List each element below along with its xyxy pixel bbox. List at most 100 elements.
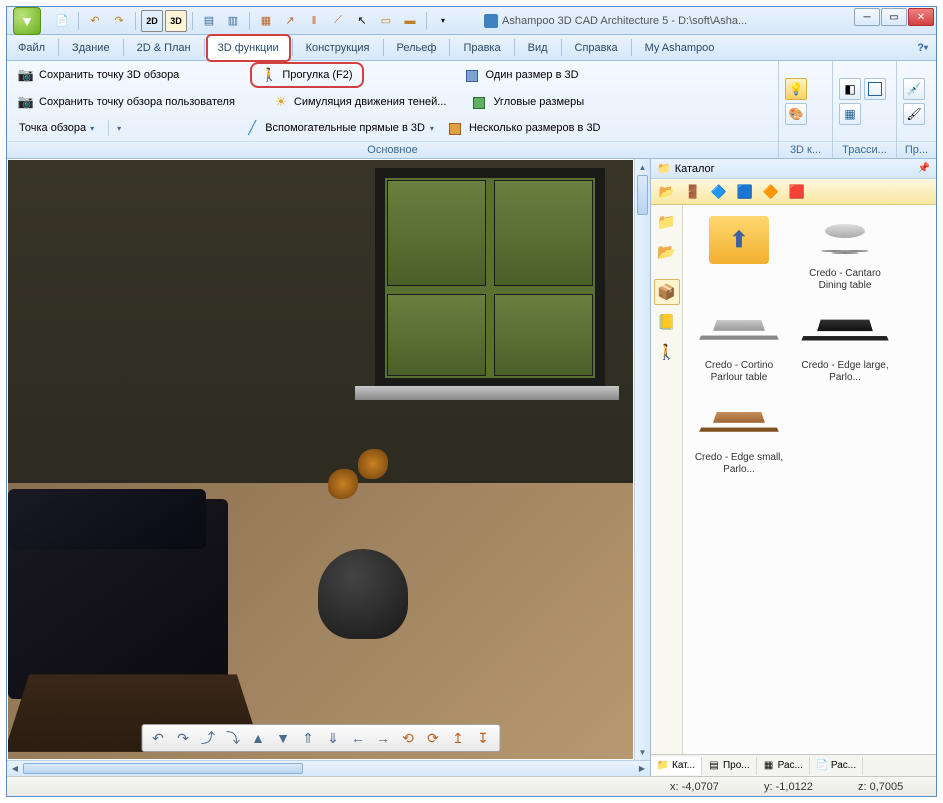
tab-file[interactable]: Файл xyxy=(7,35,56,60)
qat-snap-icon[interactable]: ↗ xyxy=(279,10,301,32)
qat-cursor-icon[interactable]: ↖ xyxy=(351,10,373,32)
tab-help[interactable]: Справка xyxy=(564,35,629,60)
catalog-tab[interactable]: ▦Рас... xyxy=(757,757,810,775)
tab-2d-plan[interactable]: 2D & План xyxy=(126,35,202,60)
cube-orange-icon xyxy=(448,120,464,136)
trace-box-button[interactable]: ◧ xyxy=(839,78,861,100)
shadow-simulation-button[interactable]: ☀ Симуляция движения теней... xyxy=(268,92,452,112)
helper-lines-3d-button[interactable]: ╱ Вспомогательные прямые в 3D ▾ xyxy=(239,118,439,138)
qat-redo-icon[interactable]: ↷ xyxy=(108,10,130,32)
tab-view[interactable]: Вид xyxy=(517,35,559,60)
nav-left-icon[interactable]: ← xyxy=(346,727,370,749)
catalog-tab[interactable]: 📄Рас... xyxy=(810,757,863,775)
nav-pan-left-icon[interactable]: ⟲ xyxy=(396,727,420,749)
cat-side-box-icon[interactable]: 📦 xyxy=(654,279,680,305)
nav-rotate-right-icon[interactable]: ↷ xyxy=(171,727,195,749)
scroll-down-icon[interactable]: ▼ xyxy=(635,744,650,760)
brush-button[interactable]: 🖌 xyxy=(903,103,925,125)
qat-layers-icon[interactable]: ▬ xyxy=(399,10,421,32)
nav-tilt-up-icon[interactable]: ⤴ xyxy=(196,727,220,749)
catalog-up-folder[interactable] xyxy=(689,211,789,297)
qat-undo-icon[interactable]: ↶ xyxy=(84,10,106,32)
cat-folder-icon[interactable]: 📂 xyxy=(655,181,679,203)
catalog-item[interactable]: Credo - Cortino Parlour table xyxy=(689,303,789,389)
tab-relief[interactable]: Рельеф xyxy=(386,35,448,60)
cat-side-folder-icon[interactable]: 📁 xyxy=(654,209,680,235)
cat-side-person-icon[interactable]: 🚶 xyxy=(654,339,680,365)
trace-grid-button[interactable]: ▦ xyxy=(839,103,861,125)
save-user-viewpoint-button[interactable]: 📷 Сохранить точку обзора пользователя xyxy=(13,92,240,112)
nav-tilt-down-icon[interactable]: ⤵ xyxy=(221,727,245,749)
scroll-left-icon[interactable]: ◀ xyxy=(7,761,23,776)
cat-material-icon[interactable]: 🔶 xyxy=(759,181,783,203)
list-icon: ▤ xyxy=(708,760,720,772)
viewport-horizontal-scrollbar[interactable]: ◀ ▶ xyxy=(7,760,650,776)
qat-dropdown-icon[interactable]: ▾ xyxy=(432,10,454,32)
viewport-vertical-scrollbar[interactable]: ▲ ▼ xyxy=(634,159,650,760)
catalog-item[interactable]: Credo - Cantaro Dining table xyxy=(795,211,895,297)
viewpoint-dropdown[interactable]: Точка обзора ▾ xyxy=(13,121,100,135)
qat-2d-button[interactable]: 2D xyxy=(141,10,163,32)
help-icon[interactable]: ? ▾ xyxy=(917,35,928,60)
scroll-thumb[interactable] xyxy=(23,763,303,774)
cat-side-open-icon[interactable]: 📂 xyxy=(654,239,680,265)
folder-icon: 📁 xyxy=(657,760,669,772)
status-x: x: -4,0707 xyxy=(670,781,740,793)
cat-3d-icon[interactable]: 🔷 xyxy=(707,181,731,203)
nav-pan-right-icon[interactable]: ⟳ xyxy=(421,727,445,749)
3d-viewport[interactable]: ↶ ↷ ⤴ ⤵ ▲ ▼ ⇑ ⇓ ← → ⟲ ⟳ ↥ ↧ xyxy=(7,159,634,760)
light-bulb-button[interactable]: 💡 xyxy=(785,78,807,100)
tab-my-ashampoo[interactable]: My Ashampoo xyxy=(634,35,726,60)
nav-forward-icon[interactable]: ⇑ xyxy=(296,727,320,749)
cat-side-book-icon[interactable]: 📒 xyxy=(654,309,680,335)
ribbon-group-label-pr: Пр... xyxy=(897,141,936,158)
nav-raise-icon[interactable]: ↥ xyxy=(446,727,470,749)
scroll-thumb[interactable] xyxy=(637,175,648,215)
tab-construction[interactable]: Конструкция xyxy=(295,35,381,60)
nav-back-icon[interactable]: ⇓ xyxy=(321,727,345,749)
multi-dimensions-3d-button[interactable]: Несколько размеров в 3D xyxy=(443,118,606,138)
qat-3d-button[interactable]: 3D xyxy=(165,10,187,32)
qat-grid-icon[interactable]: ▦ xyxy=(255,10,277,32)
catalog-item[interactable]: Credo - Edge large, Parlo... xyxy=(795,303,895,389)
tab-3d-functions[interactable]: 3D функции xyxy=(207,35,290,61)
nav-lower-icon[interactable]: ↧ xyxy=(471,727,495,749)
sun-icon: ☀ xyxy=(273,94,289,110)
viewport-nav-toolbar: ↶ ↷ ⤴ ⤵ ▲ ▼ ⇑ ⇓ ← → ⟲ ⟳ ↥ ↧ xyxy=(141,724,500,752)
qat-guides-icon[interactable]: ‖ xyxy=(303,10,325,32)
scroll-right-icon[interactable]: ▶ xyxy=(634,761,650,776)
catalog-tab[interactable]: ▤Про... xyxy=(702,757,757,775)
scroll-up-icon[interactable]: ▲ xyxy=(635,159,650,175)
pin-icon[interactable]: 📌 xyxy=(918,163,930,174)
cat-texture-icon[interactable]: 🟦 xyxy=(733,181,757,203)
nav-up-icon[interactable]: ▲ xyxy=(246,727,270,749)
furniture-thumb-icon xyxy=(815,308,875,356)
catalog-tab[interactable]: 📁Кат... xyxy=(651,757,702,775)
minimize-button[interactable]: ─ xyxy=(854,8,880,26)
nav-rotate-left-icon[interactable]: ↶ xyxy=(146,727,170,749)
qat-angle-icon[interactable]: ⟋ xyxy=(327,10,349,32)
walk-mode-button[interactable]: 🚶 Прогулка (F2) xyxy=(252,64,361,86)
qat-split-h-icon[interactable]: ▤ xyxy=(198,10,220,32)
catalog-item[interactable]: Credo - Edge small, Parlo... xyxy=(689,395,789,481)
nav-right-icon[interactable]: → xyxy=(371,727,395,749)
cat-symbol-icon[interactable]: 🟥 xyxy=(785,181,809,203)
save-3d-viewpoint-button[interactable]: 📷 Сохранить точку 3D обзора xyxy=(13,65,184,85)
nav-down-icon[interactable]: ▼ xyxy=(271,727,295,749)
eyedropper-button[interactable]: 💉 xyxy=(903,78,925,100)
section-dropdown-icon[interactable]: ▾ xyxy=(117,124,121,133)
tab-building[interactable]: Здание xyxy=(61,35,121,60)
qat-catalog-icon[interactable]: ▭ xyxy=(375,10,397,32)
angle-dimensions-button[interactable]: Угловые размеры xyxy=(467,92,589,112)
close-button[interactable]: ✕ xyxy=(908,8,934,26)
status-z: z: 0,7005 xyxy=(858,781,928,793)
cat-door-icon[interactable]: 🚪 xyxy=(681,181,705,203)
one-dimension-3d-button[interactable]: Один размер в 3D xyxy=(460,65,584,85)
app-menu-button[interactable]: ▼ xyxy=(13,7,41,35)
trace-square-button[interactable] xyxy=(864,78,886,100)
palette-button[interactable]: 🎨 xyxy=(785,103,807,125)
tab-edit[interactable]: Правка xyxy=(452,35,511,60)
maximize-button[interactable]: ▭ xyxy=(881,8,907,26)
qat-new-icon[interactable]: 📄 xyxy=(51,10,73,32)
qat-split-v-icon[interactable]: ▥ xyxy=(222,10,244,32)
